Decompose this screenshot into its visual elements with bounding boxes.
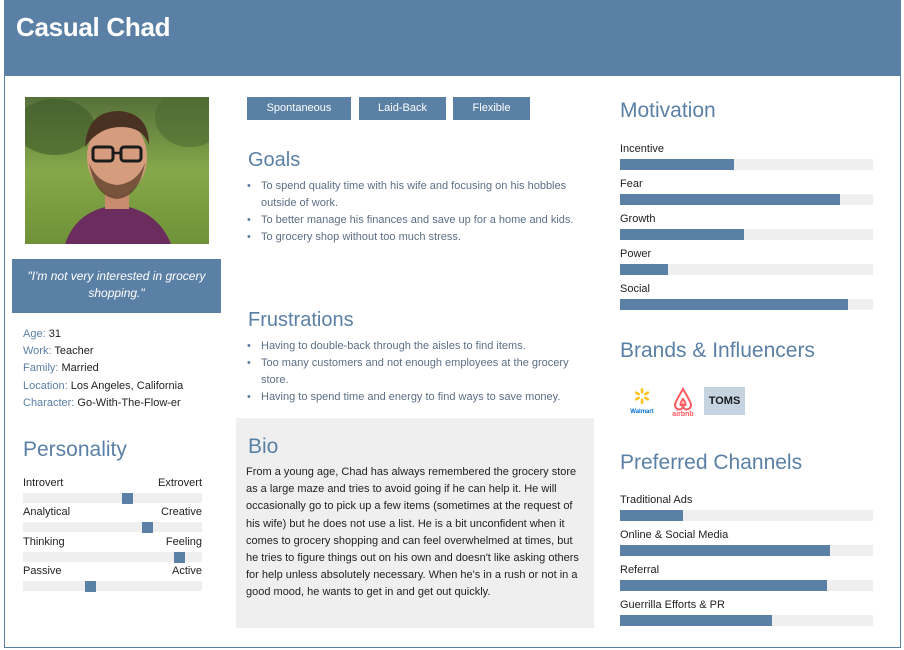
bar-track (620, 159, 873, 170)
toms-logo: TOMS (704, 387, 745, 415)
bar-label: Power (620, 248, 652, 260)
personality-marker (174, 552, 185, 563)
airbnb-belo-icon: airbnb (672, 386, 694, 418)
bar-label: Incentive (620, 143, 665, 155)
list-item: To grocery shop without too much stress. (247, 229, 577, 246)
info-family: Family: Married (23, 362, 99, 375)
bar-fill (620, 299, 848, 310)
persona-quote: "I'm not very interested in grocery shop… (12, 259, 221, 313)
tag-flexible: Flexible (453, 97, 530, 120)
bar-track (620, 545, 873, 556)
personality-left-label: Analytical (23, 506, 71, 518)
personality-left-label: Introvert (23, 477, 64, 489)
info-location: Location: Los Angeles, California (23, 379, 184, 392)
brands-title: Brands & Influencers (620, 339, 815, 362)
bar-label: Online & Social Media (620, 529, 729, 541)
persona-info: Age: 31 Work: Teacher Family: Married Lo… (23, 326, 183, 412)
bar-fill (620, 580, 828, 591)
goals-list: To spend quality time with his wife and … (247, 178, 577, 246)
personality-right-label: Creative (161, 506, 202, 518)
personality-title: Personality (23, 438, 127, 461)
bar-label: Traditional Ads (620, 494, 693, 506)
info-age: Age: 31 (23, 328, 61, 340)
bar-label: Growth (620, 213, 656, 225)
goals-title: Goals (248, 149, 301, 171)
personality-track (23, 493, 202, 503)
header: Casual Chad (4, 0, 901, 76)
personality-track (23, 581, 202, 591)
persona-photo-illustration (25, 97, 209, 244)
list-item: To spend quality time with his wife and … (247, 178, 577, 212)
airbnb-wordmark: airbnb (672, 411, 693, 417)
bar-fill (620, 159, 734, 170)
personality-right-label: Extrovert (157, 477, 202, 489)
personality-marker (142, 522, 153, 533)
bar-fill (620, 194, 841, 205)
info-character: Character: Go-With-The-Flow-er (23, 396, 181, 409)
walmart-wordmark: Walmart (630, 409, 653, 415)
bar-fill (620, 229, 744, 240)
persona-name: Casual Chad (16, 12, 171, 42)
persona-photo (25, 97, 209, 244)
bar-track (620, 264, 873, 275)
bar-track (620, 615, 873, 626)
tag-spontaneous: Spontaneous (247, 97, 351, 120)
bar-label: Social (620, 283, 650, 295)
walmart-spark-icon: Walmart (630, 388, 654, 415)
bar-label: Guerrilla Efforts & PR (620, 599, 725, 611)
list-item: Having to double-back through the aisles… (247, 338, 587, 355)
personality-left-label: Thinking (23, 536, 65, 548)
bar-fill (620, 615, 772, 626)
bio-title: Bio (248, 435, 279, 458)
bar-label: Referral (620, 564, 660, 576)
airbnb-logo: airbnb (666, 386, 700, 418)
tag-laid-back: Laid-Back (359, 97, 446, 120)
motivation-title: Motivation (620, 99, 716, 122)
personality-marker (85, 581, 96, 592)
bar-track (620, 580, 873, 591)
list-item: Having to spend time and energy to find … (247, 389, 587, 406)
bar-track (620, 229, 873, 240)
personality-marker (122, 493, 133, 504)
personality-left-label: Passive (23, 565, 62, 577)
frustrations-list: Having to double-back through the aisles… (247, 338, 587, 406)
bio-panel: Bio From a young age, Chad has always re… (236, 418, 594, 628)
bio-text: From a young age, Chad has always rememb… (246, 466, 579, 599)
info-work: Work: Teacher (23, 345, 94, 358)
bar-fill (620, 264, 669, 275)
list-item: To better manage his finances and save u… (247, 212, 577, 229)
channels-title: Preferred Channels (620, 451, 803, 474)
frustrations-title: Frustrations (248, 309, 354, 331)
walmart-logo: Walmart (624, 387, 660, 415)
bar-fill (620, 510, 684, 521)
personality-track (23, 522, 202, 532)
bar-label: Fear (620, 178, 643, 190)
bar-track (620, 299, 873, 310)
personality-right-label: Active (172, 565, 202, 577)
bar-fill (620, 545, 830, 556)
list-item: Too many customers and not enough employ… (247, 355, 587, 389)
personality-right-label: Feeling (165, 536, 202, 548)
bar-track (620, 194, 873, 205)
bar-track (620, 510, 873, 521)
